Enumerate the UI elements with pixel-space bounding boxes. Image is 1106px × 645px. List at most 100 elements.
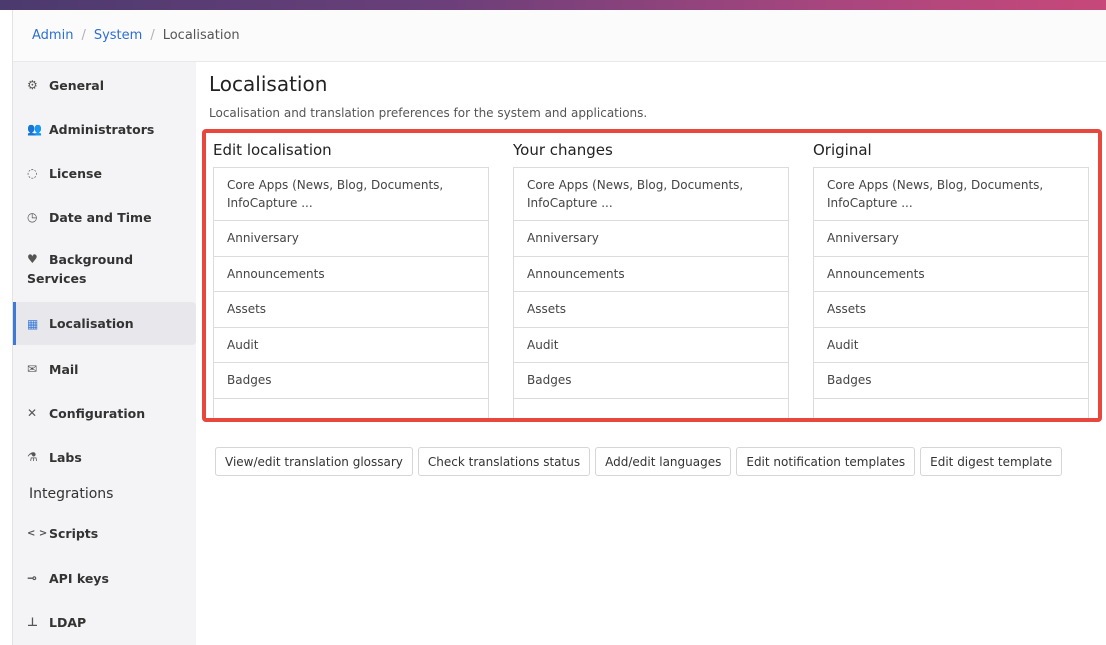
list-item-label: Core Apps (News, Blog, Documents,	[827, 178, 1044, 192]
sidebar-item-configuration[interactable]: ✕ Configuration	[13, 400, 196, 426]
list-item-label: Assets	[227, 302, 267, 317]
list-item[interactable]: Assets	[814, 292, 1088, 328]
view-edit-glossary-button[interactable]: View/edit translation glossary	[215, 447, 413, 476]
list-item-label: Core Apps (News, Blog, Documents,	[527, 178, 744, 192]
list-item[interactable]: Assets	[214, 292, 488, 328]
list-item[interactable]: Anniversary	[214, 221, 488, 257]
list-item-label: Audit	[527, 337, 559, 352]
sidebar: ⚙ General 👥 Administrators ◌ License ◷ D…	[13, 62, 196, 645]
list-item-label: Audit	[827, 337, 859, 352]
sitemap-icon: ⊥	[27, 615, 38, 629]
list-item[interactable]: Announcements	[214, 257, 488, 292]
list-item[interactable]: Announcements	[514, 257, 788, 292]
sidebar-item-label: License	[49, 165, 102, 181]
sidebar-item-label: LDAP	[49, 614, 87, 630]
sidebar-item-localisation[interactable]: ▦ Localisation	[13, 302, 196, 345]
list-item[interactable]: Audit	[514, 328, 788, 363]
sidebar-item-ldap[interactable]: ⊥ LDAP	[13, 609, 196, 635]
column-original: Original Core Apps (News, Blog, Document…	[813, 141, 1089, 419]
localisation-list: Core Apps (News, Blog, Documents, InfoCap…	[213, 167, 489, 419]
check-translations-status-button[interactable]: Check translations status	[417, 447, 591, 476]
list-item-label: Badges	[527, 373, 572, 388]
list-item[interactable]: Core Apps (News, Blog, Documents, InfoCap…	[814, 168, 1088, 221]
list-item-label: Assets	[527, 302, 567, 317]
add-edit-languages-button[interactable]: Add/edit languages	[595, 447, 732, 476]
list-item[interactable]: Audit	[814, 328, 1088, 363]
list-item-label: Announcements	[227, 266, 325, 281]
changes-list: Core Apps (News, Blog, Documents, InfoCap…	[513, 167, 789, 419]
list-item[interactable]: Anniversary	[514, 221, 788, 257]
mail-icon: ✉	[27, 362, 38, 376]
breadcrumb-admin[interactable]: Admin	[32, 28, 73, 43]
sidebar-item-label: Mail	[49, 361, 79, 377]
top-accent-bar	[0, 0, 1106, 10]
list-item[interactable]: Audit	[214, 328, 488, 363]
tools-icon: ✕	[27, 406, 38, 420]
edit-notification-templates-button[interactable]: Edit notification templates	[736, 447, 916, 476]
breadcrumb-separator: /	[81, 28, 86, 43]
users-icon: 👥	[27, 122, 42, 136]
list-item-label: InfoCapture ...	[227, 196, 313, 210]
language-icon: ▦	[27, 316, 39, 331]
list-item-label: InfoCapture ...	[527, 196, 613, 210]
column-title: Original	[813, 141, 872, 159]
list-item[interactable]: Anniversary	[814, 221, 1088, 257]
code-icon: < >	[27, 527, 48, 539]
list-item-label: InfoCapture ...	[827, 196, 913, 210]
edit-digest-template-button[interactable]: Edit digest template	[920, 447, 1063, 476]
column-title: Edit localisation	[213, 141, 332, 159]
key-icon: ⊸	[27, 571, 38, 585]
sidebar-item-label: Date and Time	[49, 209, 152, 225]
column-your-changes: Your changes Core Apps (News, Blog, Docu…	[513, 141, 789, 419]
column-title: Your changes	[513, 141, 613, 159]
sidebar-item-scripts[interactable]: < > Scripts	[13, 520, 196, 546]
list-item[interactable]: Badges	[514, 363, 788, 399]
list-item-label: Anniversary	[827, 231, 899, 246]
sidebar-item-mail[interactable]: ✉ Mail	[13, 356, 196, 382]
clock-icon: ◷	[27, 210, 38, 224]
list-item[interactable]: Core Apps (News, Blog, Documents, InfoCap…	[514, 168, 788, 221]
list-item-label: Badges	[827, 373, 872, 388]
original-list: Core Apps (News, Blog, Documents, InfoCap…	[813, 167, 1089, 419]
gears-icon: ⚙	[27, 78, 38, 92]
list-item-label: Badges	[227, 373, 272, 388]
breadcrumb: Admin / System / Localisation	[13, 10, 1106, 62]
sidebar-item-license[interactable]: ◌ License	[13, 160, 196, 186]
sidebar-item-general[interactable]: ⚙ General	[13, 72, 196, 98]
sidebar-item-labs[interactable]: ⚗ Labs	[13, 444, 196, 470]
sidebar-item-label: Localisation	[49, 316, 134, 331]
list-item	[214, 399, 488, 419]
sidebar-item-date-and-time[interactable]: ◷ Date and Time	[13, 204, 196, 230]
integrations-section-title: Integrations	[29, 486, 114, 502]
sidebar-item-label-line2: Services	[27, 271, 87, 286]
list-item[interactable]: Announcements	[814, 257, 1088, 292]
list-item-label: Announcements	[527, 266, 625, 281]
breadcrumb-system[interactable]: System	[94, 28, 142, 43]
list-item	[514, 399, 788, 419]
sidebar-item-label: Labs	[49, 449, 82, 465]
sidebar-item-api-keys[interactable]: ⊸ API keys	[13, 565, 196, 591]
main-content: Localisation Localisation and translatio…	[202, 62, 1106, 645]
sidebar-item-label: Background Services	[27, 250, 134, 288]
list-item[interactable]: Badges	[814, 363, 1088, 399]
sidebar-item-label: General	[49, 77, 104, 93]
sidebar-item-label-line1: Background	[49, 252, 134, 267]
list-item-label: Anniversary	[527, 231, 599, 246]
list-item	[814, 399, 1088, 419]
highlight-box: Edit localisation Core Apps (News, Blog,…	[202, 129, 1102, 422]
column-edit-localisation: Edit localisation Core Apps (News, Blog,…	[213, 141, 489, 419]
page-title: Localisation	[209, 72, 328, 96]
flask-icon: ⚗	[27, 450, 38, 464]
list-item[interactable]: Core Apps (News, Blog, Documents, InfoCap…	[214, 168, 488, 221]
app-frame: Admin / System / Localisation ⚙ General …	[12, 10, 1106, 645]
action-buttons: View/edit translation glossary Check tra…	[215, 447, 1063, 476]
list-item[interactable]: Badges	[214, 363, 488, 399]
list-item[interactable]: Assets	[514, 292, 788, 328]
sidebar-item-background-services[interactable]: ♥ Background Services	[13, 250, 196, 294]
sidebar-item-label: Scripts	[49, 525, 99, 541]
list-item-label: Anniversary	[227, 231, 299, 246]
license-icon: ◌	[27, 166, 38, 180]
sidebar-item-administrators[interactable]: 👥 Administrators	[13, 116, 196, 142]
list-item-label: Core Apps (News, Blog, Documents,	[227, 178, 444, 192]
list-item-label: Assets	[827, 302, 867, 317]
